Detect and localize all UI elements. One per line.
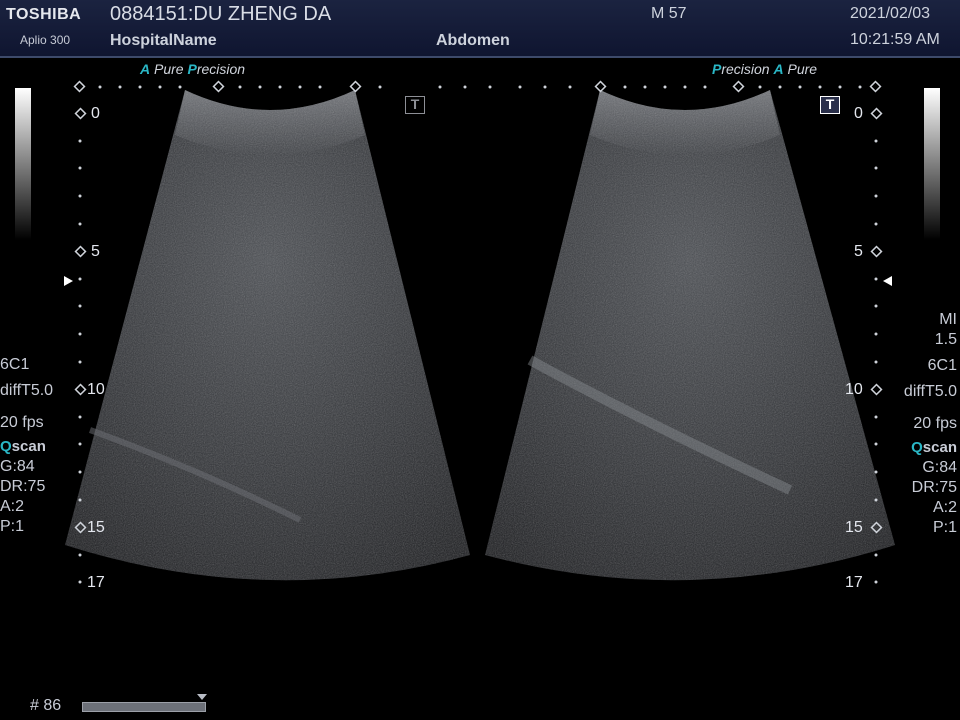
left-depth-17: 17 [87, 574, 105, 591]
system-model: Aplio 300 [20, 33, 71, 47]
right-probe: 6C1 [927, 357, 957, 374]
right-focus-marker[interactable] [883, 276, 892, 286]
right-depth-0: 0 [854, 105, 863, 122]
top-scale-left [98, 85, 572, 89]
imaging-area[interactable] [0, 58, 960, 720]
header-bar: TOSHIBA Aplio 300 0884151:DU ZHENG DA Ho… [0, 0, 960, 58]
right-depth-17: 17 [845, 574, 863, 591]
left-grayscale-bar [15, 88, 31, 240]
left-focus-marker[interactable] [64, 276, 73, 286]
patient-sex-age: M 57 [651, 5, 687, 22]
left-tissue-icon[interactable]: T [405, 96, 425, 114]
right-sector-image [485, 90, 895, 581]
left-parameters: 6C1 diffT5.0 20 fps Qscan G:84 DR:75 A:2… [0, 355, 53, 537]
ultrasound-images[interactable] [0, 58, 960, 720]
right-depth-15: 15 [845, 519, 863, 536]
hospital-name: HospitalName [110, 32, 217, 49]
right-parameters: MI 1.5 6C1 diffT5.0 20 fps Qscan G:84 DR… [904, 310, 957, 538]
brand-logo: TOSHIBA [6, 6, 82, 23]
left-probe: 6C1 [0, 356, 30, 373]
patient-id-name: 0884151:DU ZHENG DA [110, 3, 332, 25]
left-fps: 20 fps [0, 414, 44, 431]
right-depth-10: 10 [845, 381, 863, 398]
right-mi-value: 1.5 [934, 331, 957, 348]
right-grayscale-bar [924, 88, 940, 240]
left-p: P:1 [0, 518, 25, 535]
exam-type: Abdomen [436, 32, 510, 49]
left-mode: diffT5.0 [0, 382, 54, 399]
right-gain: G:84 [922, 459, 957, 476]
left-gain: G:84 [0, 458, 35, 475]
left-dr: DR:75 [0, 478, 46, 495]
right-tissue-icon[interactable]: T [820, 96, 840, 114]
right-depth-5: 5 [854, 243, 863, 260]
frame-number: # 86 [30, 697, 62, 714]
left-a: A:2 [0, 498, 25, 515]
right-a: A:2 [932, 499, 957, 516]
exam-date: 2021/02/03 [850, 5, 931, 22]
left-depth-0: 0 [91, 105, 100, 122]
left-depth-15: 15 [87, 519, 105, 536]
right-pure-precision-tag: Precision A Pure [712, 61, 818, 77]
right-qscan: Qscan [911, 439, 957, 456]
cine-progress-bar[interactable] [82, 702, 206, 712]
right-fps: 20 fps [913, 415, 957, 432]
left-pure-precision-tag: A Pure Precision [140, 61, 246, 77]
left-qscan: Qscan [0, 438, 46, 455]
right-p: P:1 [932, 519, 957, 536]
left-sector-image [65, 90, 470, 581]
right-dr: DR:75 [911, 479, 957, 496]
right-mode: diffT5.0 [903, 383, 957, 400]
left-depth-10: 10 [87, 381, 105, 398]
exam-time: 10:21:59 AM [850, 31, 940, 48]
left-depth-5: 5 [91, 243, 100, 260]
right-mi-label: MI [939, 311, 957, 328]
left-depth-major-markers [74, 107, 87, 534]
cine-position-marker[interactable] [197, 694, 207, 700]
